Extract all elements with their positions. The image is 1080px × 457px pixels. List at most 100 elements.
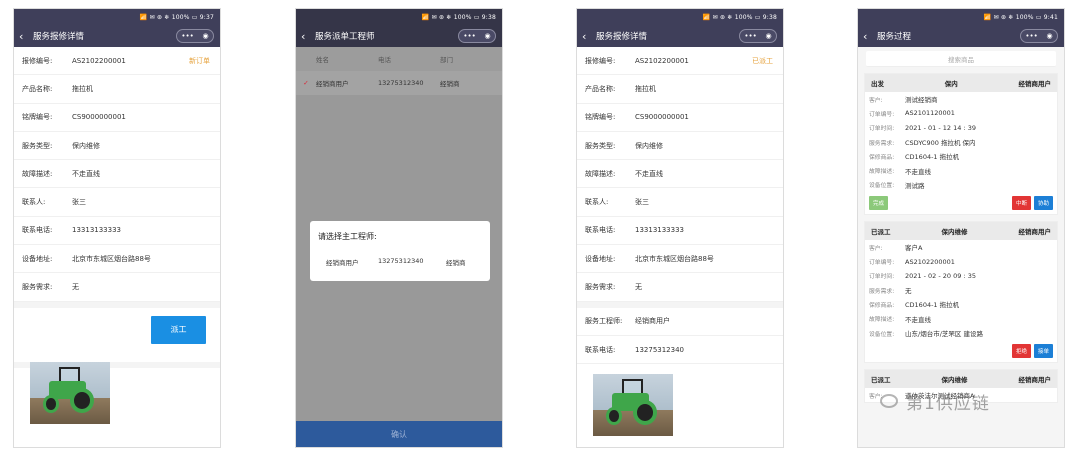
phone-screen-repair-detail-new: 📶 ✉ ⊛ ❄ 100% ▭ 9:37 ‹ 服务报修详情 ••• ◉ 报修编号:… [13,8,221,448]
detail-row: 报修编号: AS2102200001 已派工 [577,47,783,76]
detail-row: 故障描述: 不走直线 [577,160,783,189]
field-value: 拖拉机 [72,84,93,93]
card-field: 故障描述: 不走直线 [865,312,1057,326]
field-label: 服务需求: [585,283,616,292]
option-dept: 经销商 [446,259,466,267]
back-icon[interactable]: ‹ [301,30,313,43]
dispatch-button[interactable]: 派工 [151,315,206,344]
field-label: 服务需求: [869,288,895,295]
detail-row: 铭牌编号: CS9000000001 [577,104,783,132]
more-icon[interactable]: ••• [744,32,756,40]
field-label: 服务类型: [22,141,53,150]
detail-row: 联系人: 张三 [577,188,783,217]
card-field: 订单编号: AS2102200001 [865,254,1057,268]
reject-button[interactable]: 拒绝 [1012,344,1031,359]
field-label: 铭牌编号: [585,113,616,122]
page-title: 服务报修详情 [596,32,648,42]
field-value: AS2102200001 [72,56,126,65]
field-value: CD1604-1 拖拉机 [905,153,960,162]
modal-title: 请选择主工程师: [318,232,377,241]
wechat-logo-icon [880,394,898,408]
phone-screen-repair-detail-dispatched: 📶 ✉ ⊛ ❄ 100% ▭ 9:38 ‹ 服务报修详情 ••• ◉ 报修编号:… [576,8,784,448]
field-value: 测试经销商 [905,96,938,105]
field-label: 设备地址: [585,254,616,263]
more-icon[interactable]: ••• [181,32,193,40]
card-field: 客户: 测试经销商 [865,92,1057,106]
field-label: 产品名称: [585,84,616,93]
table-row[interactable]: ✓ 经销商用户 13275312340 经销商 [296,71,502,95]
card-type: 保内 [944,80,958,88]
mini-program-capsule[interactable]: ••• ◉ [458,29,496,43]
check-icon: ✓ [303,79,309,87]
field-label: 客户: [869,97,883,104]
field-value: 张三 [72,198,86,207]
card-header: 已派工 保内维修 经销商用户 [865,222,1057,241]
mini-program-capsule[interactable]: ••• ◉ [1020,29,1058,43]
close-target-icon[interactable]: ◉ [203,32,209,40]
field-value: 拖拉机 [635,84,656,93]
field-value: CS9000000001 [635,113,689,122]
complete-button[interactable]: 完成 [869,196,888,211]
detail-row: 联系人: 张三 [14,188,220,217]
card-header: 已派工 保内维修 经销商用户 [865,370,1057,389]
field-label: 联系人: [585,198,609,207]
back-icon[interactable]: ‹ [582,30,594,43]
card-field: 保修商品: CD1604-1 拖拉机 [865,149,1057,163]
card-actions: 拒绝 接单 [865,340,1057,362]
detail-row: 服务需求: 无 [577,273,783,302]
field-value: 13313133333 [635,226,684,235]
status-tag: 新订单 [189,56,210,65]
field-value: 经销商用户 [635,317,670,326]
card-dealer: 经销商用户 [1018,228,1052,237]
detail-row: 产品名称: 拖拉机 [14,75,220,104]
more-icon[interactable]: ••• [1025,32,1037,40]
interrupt-button[interactable]: 中断 [1012,196,1031,211]
table-header: 姓名 电话 部门 [296,47,502,71]
card-field: 订单时间: 2021 - 02 - 20 09 : 35 [865,269,1057,283]
card-field: 订单时间: 2021 - 01 - 12 14 : 39 [865,121,1057,135]
field-value: AS2101120001 [905,109,955,118]
field-label: 保修商品: [869,154,895,161]
accept-button[interactable]: 接单 [1034,344,1053,359]
field-value: 2021 - 02 - 20 09 : 35 [905,271,976,280]
card-status: 已派工 [871,376,891,385]
field-label: 订单编号: [869,260,895,267]
option-name: 经销商用户 [326,259,359,267]
field-label: 联系电话: [22,226,53,235]
search-input[interactable]: 搜索商品 [866,51,1056,67]
modal-option[interactable]: 经销商用户 13275312340 经销商 [326,257,480,267]
more-icon[interactable]: ••• [463,32,475,40]
field-value: 北京市东城区烟台路88号 [635,254,714,263]
back-icon[interactable]: ‹ [863,30,875,43]
card-field: 故障描述: 不走直线 [865,163,1057,177]
mini-program-capsule[interactable]: ••• ◉ [739,29,777,43]
detail-row: 联系电话: 13313133333 [577,217,783,246]
field-value: 不走直线 [72,169,100,178]
card-type: 保内维修 [941,228,968,237]
field-label: 故障描述: [585,169,616,178]
confirm-button[interactable]: 确认 [296,421,502,447]
field-label: 订单编号: [869,111,895,118]
mini-program-capsule[interactable]: ••• ◉ [176,29,214,43]
assist-button[interactable]: 协助 [1034,196,1053,211]
back-icon[interactable]: ‹ [19,30,31,43]
close-target-icon[interactable]: ◉ [766,32,772,40]
nav-bar: ‹ 服务派单工程师 ••• ◉ [296,25,502,47]
detail-row: 联系电话: 13313133333 [14,217,220,246]
page-title: 服务报修详情 [33,32,85,42]
field-value: 保内维修 [72,141,100,150]
column-header-name: 姓名 [316,56,329,64]
service-card[interactable]: 已派工 保内维修 经销商用户 客户: 客户A 订单编号: AS2102200001 … [864,221,1058,364]
service-card[interactable]: 出发 保内 经销商用户 客户: 测试经销商 订单编号: AS2101120001 订… [864,73,1058,216]
detail-row: 故障描述: 不走直线 [14,160,220,189]
field-label: 故障描述: [869,169,895,176]
detail-row: 设备地址: 北京市东城区烟台路88号 [577,245,783,274]
close-target-icon[interactable]: ◉ [485,32,491,40]
nav-bar: ‹ 服务报修详情 ••• ◉ [14,25,220,47]
close-target-icon[interactable]: ◉ [1047,32,1053,40]
column-header-dept: 部门 [440,56,453,64]
field-label: 设备位置: [869,331,895,338]
detail-row: 服务类型: 保内维修 [577,132,783,161]
field-label: 订单时间: [869,274,895,281]
card-dealer: 经销商用户 [1018,80,1052,88]
